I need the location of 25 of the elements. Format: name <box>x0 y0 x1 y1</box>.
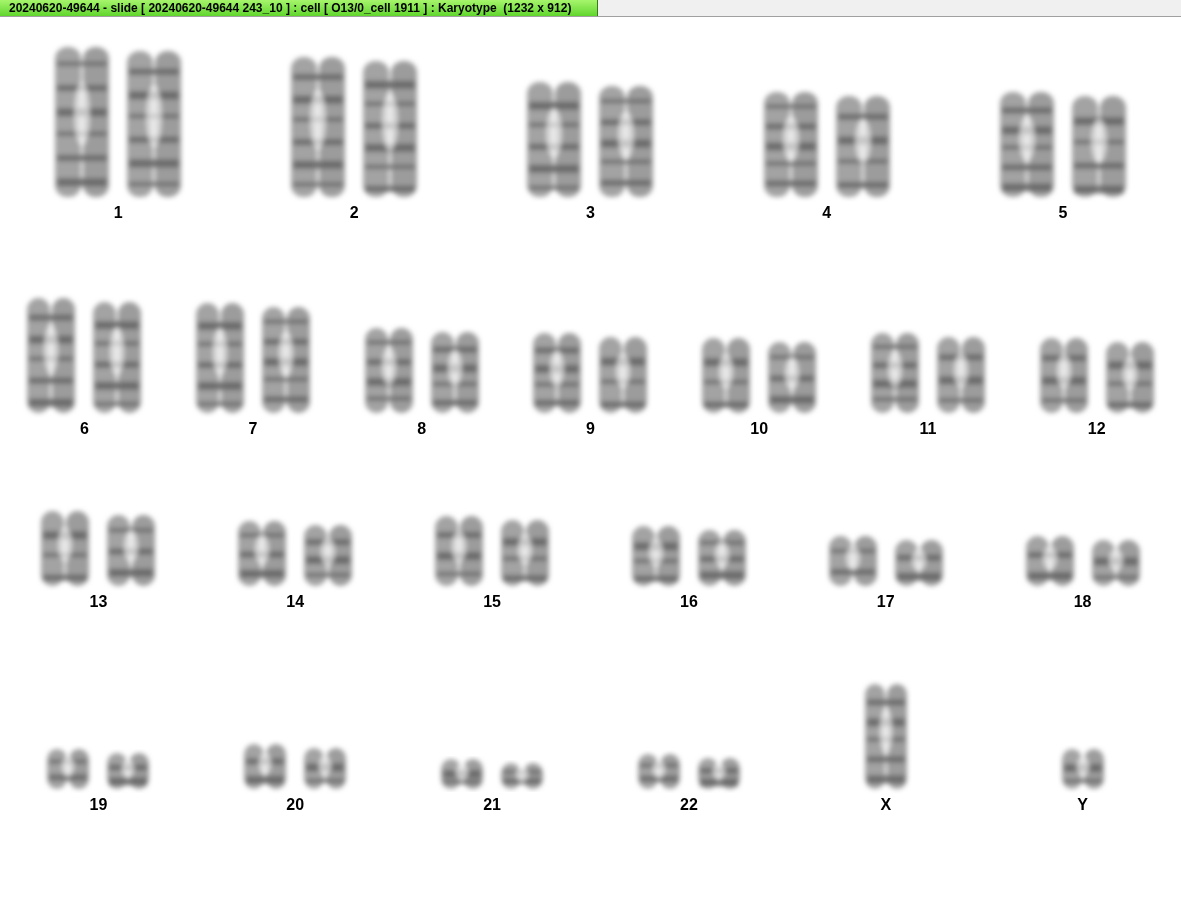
chromosome-label: 20 <box>286 797 305 813</box>
chromosome-label: 6 <box>79 421 89 437</box>
chromosome-label: 7 <box>248 421 258 437</box>
chromosome-label: 17 <box>876 594 895 610</box>
chromosome-label: 3 <box>586 205 595 221</box>
chromosome-label: 13 <box>89 594 108 610</box>
chromosome-label: 1 <box>113 205 123 221</box>
chromosome-label: 12 <box>1087 421 1106 437</box>
chromosome-label: 22 <box>680 797 698 813</box>
chromosome-label: 2 <box>349 205 359 221</box>
chromosome-label: 8 <box>417 421 427 437</box>
chromosome-label: Y <box>1077 797 1088 813</box>
chromosome-label: 14 <box>286 594 305 610</box>
window-title: 20240620-49644 - slide [ 20240620-49644 243_10 ] : cell [ O13/0_cell 1911 ] : Karyotype (1232 x 912) <box>0 0 598 16</box>
chromosome-label: 9 <box>586 421 595 437</box>
chromosome-label: 16 <box>680 594 698 610</box>
chromosome-label: 15 <box>483 594 501 610</box>
chromosome-label: 18 <box>1073 594 1092 610</box>
chromosome-label: 21 <box>483 797 501 813</box>
chromosome-label: X <box>880 797 892 813</box>
chromosome-label: 19 <box>89 797 108 813</box>
chromosome-label: 4 <box>822 205 832 221</box>
chromosome-label: 5 <box>1058 205 1068 221</box>
chromosome-label: 10 <box>750 421 769 437</box>
chromosome-label: 11 <box>919 421 937 437</box>
